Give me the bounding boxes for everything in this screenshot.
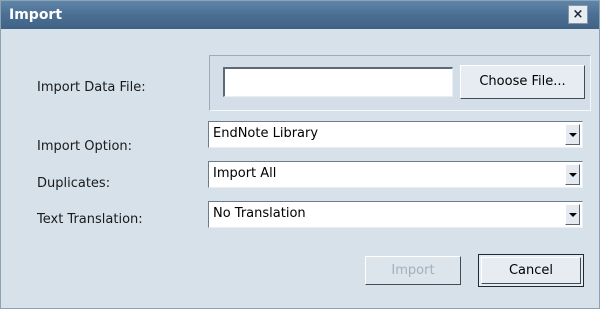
duplicates-select[interactable]: Import All: [208, 161, 583, 188]
import-option-label: Import Option:: [37, 139, 133, 154]
import-dialog: Import × Import Data File: Choose File..…: [0, 0, 600, 309]
chevron-down-icon[interactable]: [565, 204, 580, 225]
text-translation-select[interactable]: No Translation: [208, 201, 583, 228]
duplicates-label: Duplicates:: [37, 176, 111, 191]
import-data-file-label: Import Data File:: [37, 80, 146, 95]
title-bar[interactable]: Import ×: [1, 1, 599, 29]
text-translation-label: Text Translation:: [37, 212, 143, 227]
text-translation-value: No Translation: [213, 206, 306, 221]
window-title: Import: [9, 7, 63, 23]
close-button[interactable]: ×: [568, 5, 588, 24]
import-button[interactable]: Import: [365, 256, 461, 285]
chevron-down-icon[interactable]: [565, 124, 580, 145]
import-option-value: EndNote Library: [213, 126, 319, 141]
choose-file-button[interactable]: Choose File...: [460, 65, 585, 99]
close-icon: ×: [572, 7, 584, 22]
cancel-button[interactable]: Cancel: [478, 254, 584, 287]
cancel-button-label: Cancel: [481, 257, 581, 284]
import-data-file-input[interactable]: [223, 67, 453, 97]
chevron-down-icon[interactable]: [565, 164, 580, 185]
duplicates-value: Import All: [213, 166, 277, 181]
import-option-select[interactable]: EndNote Library: [208, 121, 583, 148]
